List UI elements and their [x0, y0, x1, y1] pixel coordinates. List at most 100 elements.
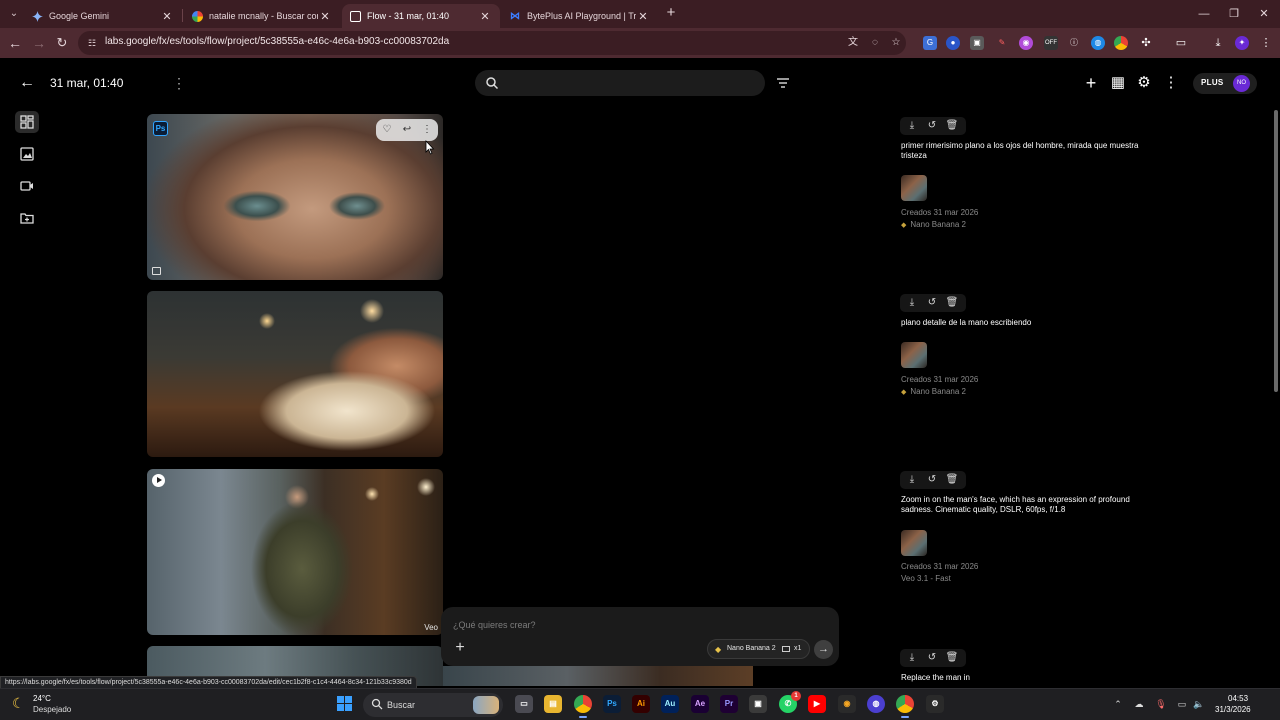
url-text[interactable]: labs.google/fx/es/tools/flow/project/5c3… [105, 36, 449, 47]
clock-date[interactable]: 31/3/2026 [1215, 705, 1251, 714]
reuse-icon[interactable]: ↺ [925, 473, 939, 487]
extension-color-icon[interactable] [1114, 36, 1128, 50]
filter-icon[interactable] [776, 76, 790, 90]
tab-google-gemini[interactable]: Google Gemini ✕ [24, 4, 182, 28]
windows-start-icon[interactable] [337, 696, 353, 712]
view-grid-button[interactable] [15, 111, 39, 133]
history-thumbnail[interactable] [901, 342, 927, 368]
weather-moon-icon[interactable]: ☾ [12, 695, 28, 711]
extension-translate-icon[interactable]: G [923, 36, 937, 50]
eye-off-icon[interactable]: ◌ [868, 36, 882, 50]
after-effects-icon[interactable]: Ae [691, 695, 709, 713]
gallery-item-hand-writing[interactable] [147, 291, 443, 457]
task-view-icon[interactable]: ▭ [515, 695, 533, 713]
youtube-icon[interactable]: ▶ [808, 695, 826, 713]
purple-app-icon[interactable]: ◍ [867, 695, 885, 713]
tab-flow[interactable]: Flow - 31 mar, 01:40 ✕ [342, 4, 500, 28]
search-box[interactable] [475, 70, 765, 96]
chrome-profile-icon[interactable] [896, 695, 914, 718]
delete-trash-icon[interactable]: 🗑 [945, 119, 959, 133]
extension-globe-icon[interactable]: ◍ [1091, 36, 1105, 50]
add-icon[interactable]: + [1082, 74, 1100, 92]
settings-app-icon[interactable]: ⚙ [926, 695, 944, 713]
site-info-icon[interactable]: ☷ [86, 37, 98, 49]
history-thumbnail[interactable] [901, 175, 927, 201]
illustrator-icon[interactable]: Ai [632, 695, 650, 713]
history-thumbnail[interactable] [901, 530, 927, 556]
new-tab-icon[interactable]: + [663, 5, 679, 21]
profile-avatar-icon[interactable]: ✦ [1235, 36, 1249, 50]
restore-icon[interactable]: ❐ [1226, 6, 1242, 22]
browser-menu-icon[interactable]: ⋮ [1259, 36, 1273, 50]
file-explorer-icon[interactable]: ▤ [544, 695, 562, 713]
reading-list-icon[interactable]: ▭ [1174, 36, 1188, 50]
minimize-icon[interactable]: — [1196, 6, 1212, 22]
reload-icon[interactable]: ↻ [53, 34, 71, 52]
photoshop-icon[interactable]: Ps [603, 695, 621, 713]
favorite-heart-icon[interactable]: ♡ [380, 123, 394, 137]
prompt-input[interactable] [453, 617, 823, 633]
download-icon[interactable]: ⤓ [1211, 36, 1225, 50]
extension-info-icon[interactable]: ⓘ [1067, 36, 1081, 50]
download-icon[interactable]: ⤓ [905, 119, 919, 133]
tab-byteplus[interactable]: ⋈ BytePlus AI Playground | Try Ac ✕ [502, 4, 658, 28]
send-arrow-icon[interactable]: → [814, 640, 833, 659]
close-tab-icon[interactable]: ✕ [478, 10, 492, 23]
microphone-icon[interactable]: 🎙 [1155, 698, 1167, 710]
audition-icon[interactable]: Au [661, 695, 679, 713]
tab-search-icon[interactable]: ⌄ [6, 6, 22, 22]
videos-filter-button[interactable] [15, 175, 39, 197]
app-window-icon[interactable]: ▣ [749, 695, 767, 713]
settings-gear-icon[interactable]: ⚙ [1135, 74, 1153, 92]
battery-icon[interactable] [1198, 700, 1206, 708]
blender-icon[interactable]: ◉ [838, 695, 856, 713]
extension-off-icon[interactable]: OFF [1044, 36, 1058, 50]
window-close-icon[interactable]: ✕ [1256, 6, 1272, 22]
extensions-puzzle-icon[interactable]: ✣ [1139, 36, 1153, 50]
model-selector[interactable]: ◆ Nano Banana 2 x1 [707, 639, 810, 659]
reuse-icon[interactable]: ↺ [925, 296, 939, 310]
project-more-icon[interactable]: ⋮ [172, 74, 186, 92]
more-options-icon[interactable]: ⋮ [1162, 74, 1180, 92]
item-more-icon[interactable]: ⋮ [420, 123, 434, 137]
translate-icon[interactable]: 文 [846, 36, 860, 50]
extension-purple-icon[interactable]: ◉ [1019, 36, 1033, 50]
delete-trash-icon[interactable]: 🗑 [945, 296, 959, 310]
images-filter-button[interactable] [15, 143, 39, 165]
close-tab-icon[interactable]: ✕ [636, 10, 650, 23]
reuse-prompt-icon[interactable]: ↩ [400, 123, 414, 137]
reuse-icon[interactable]: ↺ [925, 651, 939, 665]
whatsapp-icon[interactable]: ✆ 1 [779, 691, 801, 713]
extension-blue-icon[interactable]: ● [946, 36, 960, 50]
user-avatar[interactable]: NO [1233, 75, 1250, 92]
extension-red-icon[interactable]: ✎ [995, 36, 1009, 50]
browser-back-icon[interactable]: ← [6, 34, 24, 52]
back-arrow-icon[interactable]: ← [18, 74, 36, 92]
network-icon[interactable]: ▭ [1176, 698, 1188, 710]
add-media-icon[interactable]: + [452, 640, 468, 656]
chrome-icon[interactable] [574, 695, 592, 718]
gallery-item-man-cafe-video[interactable]: Veo [147, 469, 443, 635]
film-strip-icon[interactable]: ▦ [1109, 74, 1127, 92]
plan-badge[interactable]: PLUS NO [1193, 73, 1257, 94]
premiere-icon[interactable]: Pr [720, 695, 738, 713]
onedrive-icon[interactable]: ☁ [1133, 698, 1145, 710]
folder-button[interactable] [15, 207, 39, 229]
bookmark-star-icon[interactable]: ☆ [889, 36, 903, 50]
browser-forward-icon[interactable]: → [30, 34, 48, 52]
search-input[interactable] [509, 74, 749, 92]
delete-trash-icon[interactable]: 🗑 [945, 651, 959, 665]
extension-box-icon[interactable]: ▣ [970, 36, 984, 50]
tab-google-search[interactable]: natalie mcnally - Buscar con Go ✕ [184, 4, 340, 28]
play-video-icon[interactable] [152, 474, 165, 487]
gallery-item-partial-wide[interactable] [443, 666, 753, 686]
gallery-item-eyes-closeup[interactable]: Ps ♡ ↩ ⋮ [147, 114, 443, 280]
download-icon[interactable]: ⤓ [905, 651, 919, 665]
taskbar-search[interactable]: Buscar [363, 693, 503, 717]
address-bar[interactable]: ☷ labs.google/fx/es/tools/flow/project/5… [78, 31, 906, 55]
reuse-icon[interactable]: ↺ [925, 119, 939, 133]
download-icon[interactable]: ⤓ [905, 473, 919, 487]
close-tab-icon[interactable]: ✕ [160, 10, 174, 23]
clock-time[interactable]: 04:53 [1228, 694, 1248, 703]
delete-trash-icon[interactable]: 🗑 [945, 473, 959, 487]
